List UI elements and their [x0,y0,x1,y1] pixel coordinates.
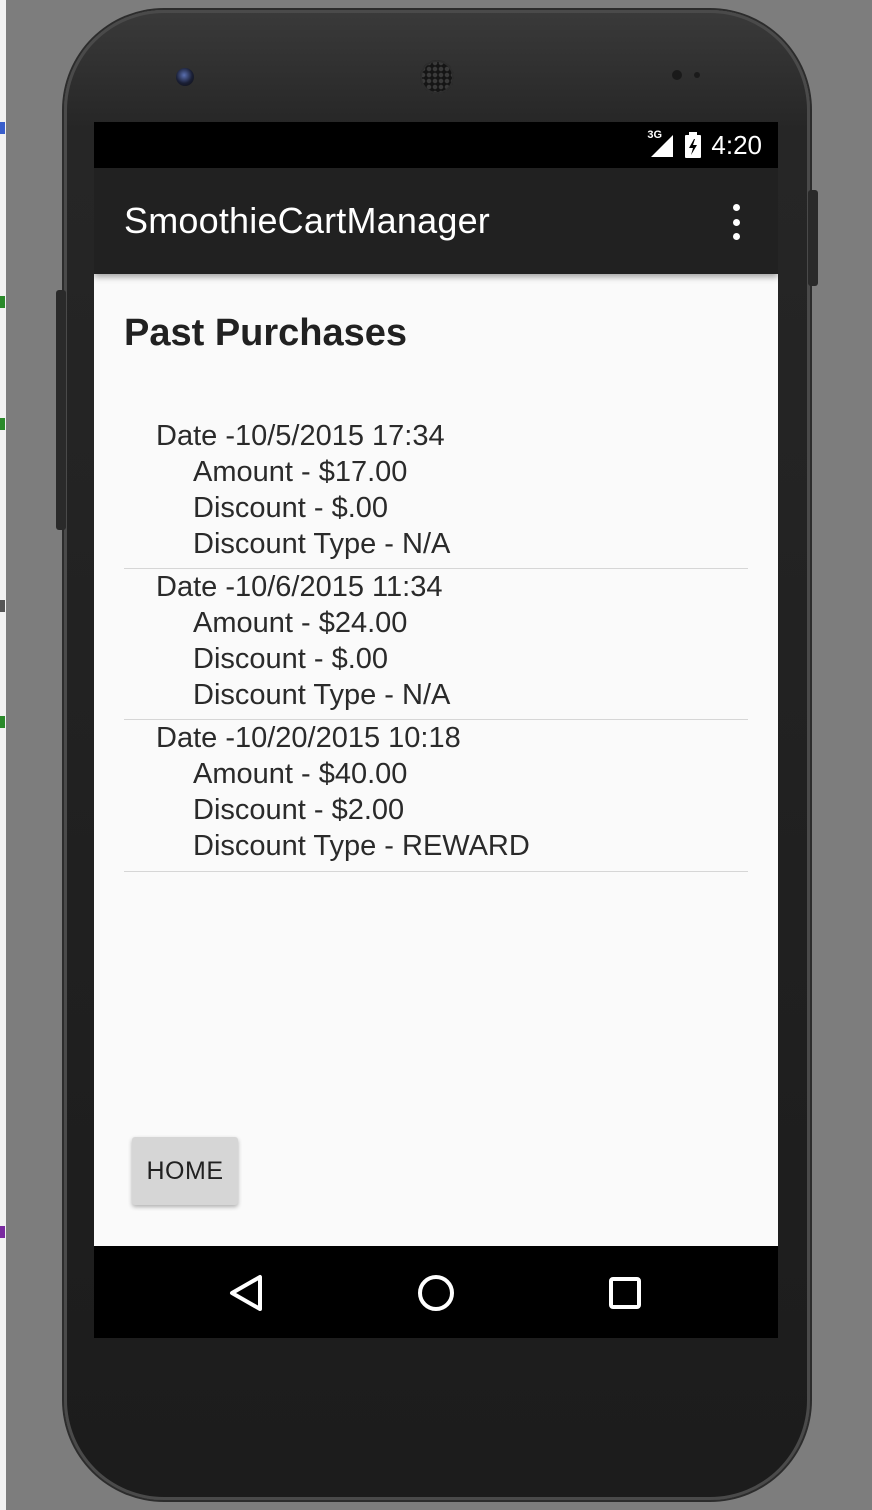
purchase-discount-type: Discount Type - REWARD [193,830,530,862]
purchase-amount: Amount - $17.00 [193,456,408,488]
home-button[interactable]: HOME [132,1137,238,1205]
app-title: SmoothieCartManager [124,200,490,241]
purchase-discount: Discount - $.00 [193,492,389,524]
proximity-sensor [672,70,682,80]
purchase-amount: Amount - $40.00 [193,758,408,790]
home-icon[interactable] [411,1268,461,1318]
earpiece-speaker [420,60,454,94]
device-screen: 3G 4:20 SmoothieCartManager Past Purchas… [94,122,778,1338]
app-bar: SmoothieCartManager [94,168,778,274]
front-camera [176,68,194,86]
clock: 4:20 [711,129,762,160]
purchase-item[interactable]: Date -10/5/2015 17:34 Amount - $17.00 Di… [124,418,748,569]
purchase-discount-type: Discount Type - N/A [193,679,451,711]
background-window-strip [0,0,6,1510]
purchase-date: Date -10/20/2015 10:18 [156,722,461,754]
navigation-bar [94,1246,778,1338]
signal-icon: 3G [645,129,675,159]
purchase-date: Date -10/6/2015 11:34 [156,571,443,603]
purchase-item[interactable]: Date -10/20/2015 10:18 Amount - $40.00 D… [124,720,748,872]
back-icon[interactable] [222,1268,272,1318]
purchase-discount: Discount - $.00 [193,643,389,675]
volume-button [56,290,66,530]
purchase-item[interactable]: Date -10/6/2015 11:34 Amount - $24.00 Di… [124,569,748,720]
purchase-list: Date -10/5/2015 17:34 Amount - $17.00 Di… [124,418,748,872]
light-sensor [694,72,700,78]
purchase-date: Date -10/5/2015 17:34 [156,420,445,452]
recents-icon[interactable] [600,1268,650,1318]
purchase-amount: Amount - $24.00 [193,607,408,639]
status-bar: 3G 4:20 [94,122,778,168]
purchase-discount: Discount - $2.00 [193,794,405,826]
battery-icon [685,132,702,158]
page-title: Past Purchases [124,312,408,354]
overflow-menu-icon[interactable] [726,204,746,240]
purchase-discount-type: Discount Type - N/A [193,528,451,560]
power-button [808,190,818,286]
